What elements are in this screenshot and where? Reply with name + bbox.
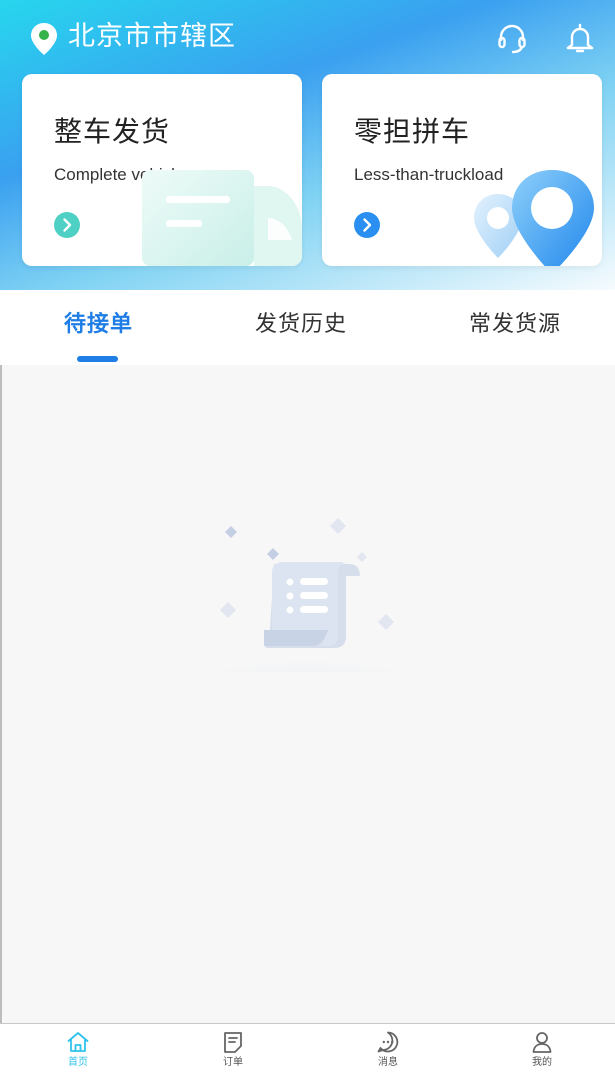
empty-document-scroll-icon	[190, 518, 425, 672]
location-pin-icon[interactable]	[30, 22, 58, 56]
nav-messages[interactable]: 消息	[358, 1024, 418, 1075]
nav-label: 我的	[532, 1057, 552, 1068]
truck-illustration	[142, 170, 302, 266]
chevron-right-icon[interactable]	[354, 212, 380, 238]
bell-icon[interactable]	[563, 21, 597, 55]
active-tab-indicator	[77, 356, 118, 362]
order-icon	[224, 1032, 242, 1053]
nav-label: 消息	[378, 1057, 398, 1068]
nav-home[interactable]: 首页	[48, 1024, 108, 1075]
complete-vehicle-card[interactable]: 整车发货 Complete vehicle	[22, 74, 302, 266]
location-pins-illustration	[474, 170, 594, 266]
nav-label: 首页	[68, 1057, 88, 1068]
home-icon	[67, 1032, 89, 1052]
location-label[interactable]: 北京市市辖区	[68, 18, 236, 56]
nav-label: 订单	[223, 1057, 243, 1068]
bottom-navigation: 首页 订单 消息 我的	[0, 1023, 615, 1075]
chevron-right-icon[interactable]	[54, 212, 80, 238]
card-title: 整车发货	[54, 115, 171, 148]
tab-bar: 待接单 发货历史 常发货源	[0, 290, 615, 365]
message-icon	[377, 1031, 399, 1053]
content-left-border	[0, 365, 2, 1025]
tab-shipping-history[interactable]: 发货历史	[255, 310, 347, 340]
profile-icon	[532, 1032, 552, 1053]
header: 北京市市辖区	[0, 0, 615, 74]
headset-icon[interactable]	[496, 22, 528, 54]
tab-pending-orders[interactable]: 待接单	[64, 310, 133, 340]
tab-frequent-sources[interactable]: 常发货源	[469, 310, 561, 340]
nav-orders[interactable]: 订单	[203, 1024, 263, 1075]
less-than-truckload-card[interactable]: 零担拼车 Less-than-truckload	[322, 74, 602, 266]
nav-profile[interactable]: 我的	[512, 1024, 572, 1075]
card-title: 零担拼车	[354, 115, 471, 148]
